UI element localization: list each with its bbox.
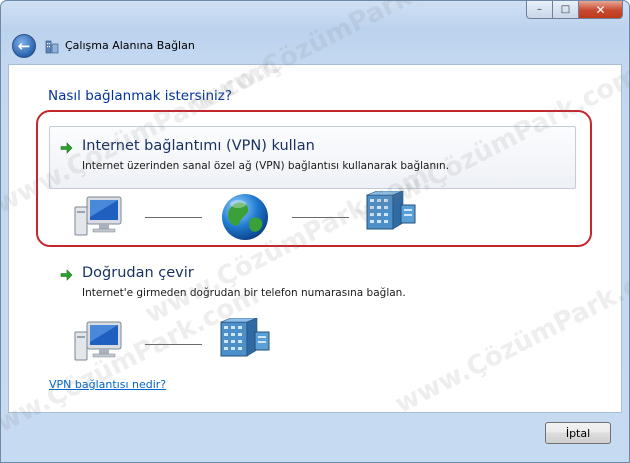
dialup-option-description: Internet'e girmeden doğrudan bir telefon… — [82, 287, 406, 299]
vpn-help-link[interactable]: VPN bağlantısı nedir? — [49, 378, 166, 391]
window-controls: – □ ✕ — [526, 1, 623, 19]
corporate-network-icon — [220, 318, 270, 357]
maximize-button[interactable]: □ — [553, 1, 579, 19]
close-button[interactable]: ✕ — [579, 1, 623, 19]
window-title: Çalışma Alanına Bağlan — [65, 39, 195, 52]
connection-line — [145, 344, 202, 345]
back-arrow-icon: ← — [17, 37, 31, 55]
dialog-footer: İptal — [1, 412, 629, 462]
back-button[interactable]: ← — [12, 34, 36, 58]
title-bar: – □ ✕ — [1, 1, 629, 27]
highlight-annotation — [36, 110, 592, 247]
page-question: Nasıl bağlanmak istersiniz? — [48, 88, 232, 104]
green-arrow-icon — [60, 269, 73, 281]
workplace-connection-icon — [45, 40, 59, 54]
cancel-button[interactable]: İptal — [545, 422, 611, 444]
dialup-option-title[interactable]: Doğrudan çevir — [82, 265, 194, 281]
computer-icon — [74, 321, 122, 361]
minimize-button[interactable]: – — [526, 1, 553, 19]
wizard-header: ← Çalışma Alanına Bağlan — [1, 27, 629, 65]
